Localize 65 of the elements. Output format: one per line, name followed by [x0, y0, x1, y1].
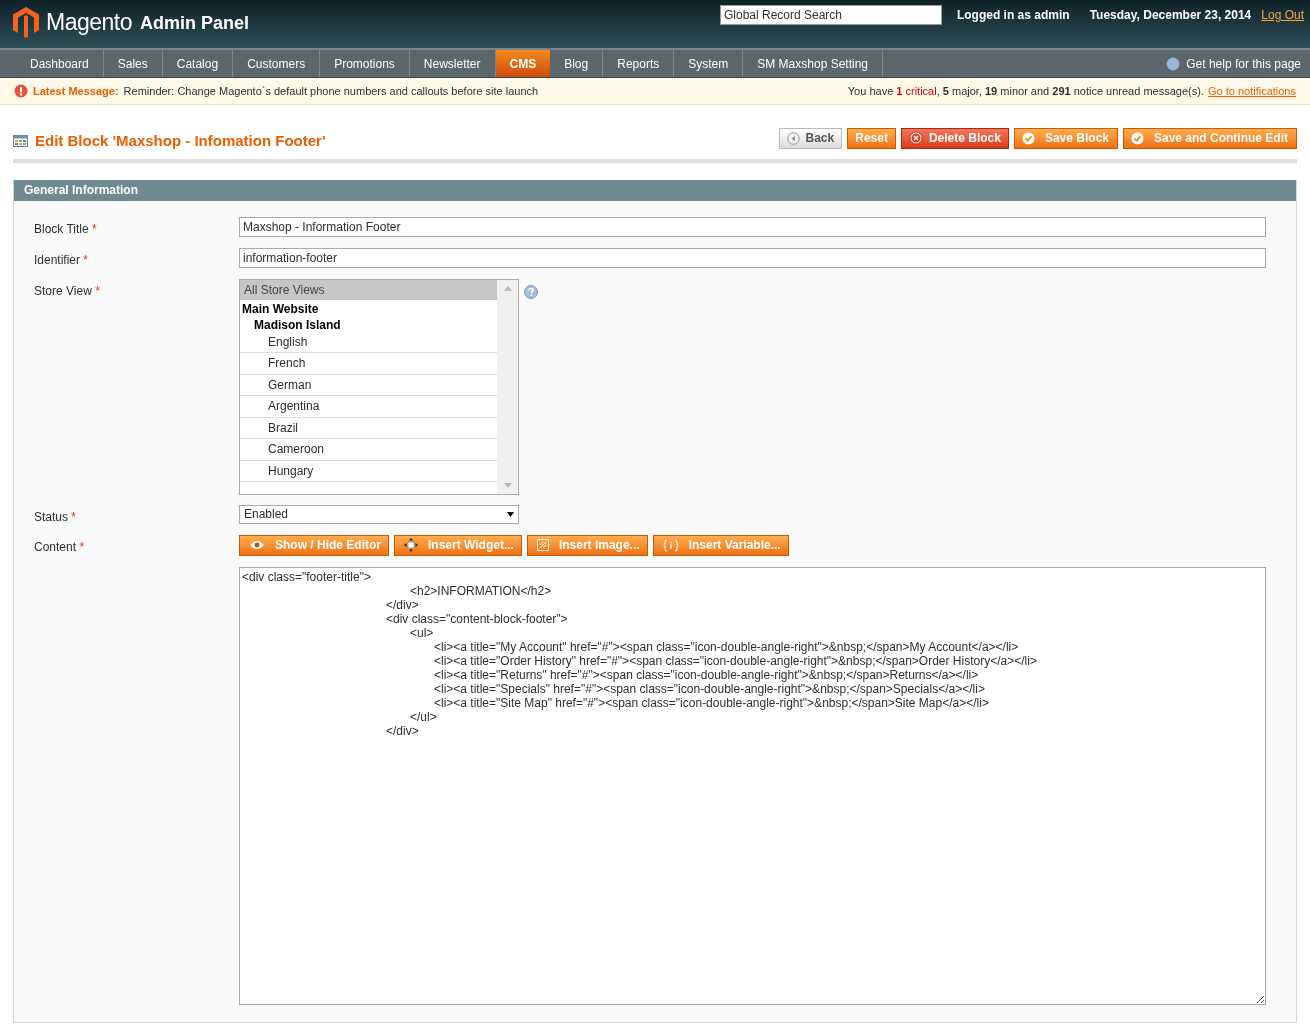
latest-message: Reminder: Change Magento`s default phone numbers and callouts before site launch — [123, 83, 539, 99]
nav-tab[interactable]: Blog — [550, 50, 604, 77]
search-field[interactable]: Global Record Search — [719, 5, 942, 25]
action-button[interactable]: Back — [778, 127, 843, 149]
content-editor[interactable]: <div class="footer-title"> <h2>INFORMATION</h2> </div> <div class="content-block-footer"> <ul> <li><a title="My Account" href="#"><span class="icon-double-angle-right">&nbsp;</span>My Account</a></li> <li><a title="Order History" href="#"><span class="icon-double-angle-right">&nbsp;</span>Order History</a></li> <li><a title="Returns" href="#"><span class="icon-double-angle-right">&nbsp;</span>Returns</a></li> <li><a title="Specials" href="#"><span class="icon-double-angle-right">&nbsp;</span>Specials</a></li> <li><a title="Site Map" href="#"><span class="icon-double-angle-right">&nbsp;</span>Site Map</a></li> </ul> </div> — [239, 566, 1266, 1005]
field-label: Content * — [34, 538, 86, 556]
page-title: Edit Block 'Maxshop - Infomation Footer' — [35, 131, 326, 151]
list-option[interactable]: Cameroon — [240, 439, 497, 461]
required-mark: * — [79, 539, 85, 554]
check-icon — [1021, 131, 1035, 145]
block-title-field[interactable]: Maxshop - Information Footer — [239, 216, 1266, 237]
required-mark: * — [83, 252, 89, 267]
scrollbar[interactable] — [497, 279, 518, 494]
list-option[interactable]: Hungary — [240, 460, 497, 482]
action-button[interactable]: Delete Block — [900, 127, 1009, 149]
logo-icon — [12, 6, 40, 39]
nav-tab[interactable]: Dashboard — [16, 50, 104, 77]
section-header: General Information — [14, 179, 1296, 201]
list-option[interactable]: Brazil — [240, 417, 497, 439]
list-option[interactable]: French — [240, 353, 497, 375]
nav-tab[interactable]: System — [674, 50, 744, 77]
logo-text: Magento — [46, 8, 132, 37]
help-link[interactable]: Get help for this page — [1166, 50, 1301, 77]
notifications-link[interactable]: Go to notifications — [1207, 82, 1296, 100]
list-option[interactable]: English — [240, 331, 497, 353]
nav-tab[interactable]: SM Maxshop Setting — [743, 50, 883, 77]
nav-tab[interactable]: Sales — [103, 50, 163, 77]
identifier-field[interactable]: information-footer — [239, 247, 1266, 268]
required-mark: * — [95, 283, 100, 298]
nav-tab[interactable]: Catalog — [162, 50, 234, 77]
field-label: Block Title * — [34, 220, 98, 238]
nav-tab[interactable]: CMS — [495, 50, 551, 77]
check-icon — [1131, 131, 1144, 145]
field-label: Status * — [34, 508, 78, 526]
image-icon — [536, 539, 549, 551]
field-label: Store View * — [34, 282, 101, 300]
unread-messages-summary: You have 1 critical, 5 major, 19 minor and 291 notice unread message(s). — [847, 83, 1204, 99]
current-date: Tuesday, December 23, 2014 — [1089, 7, 1252, 24]
scroll-up-icon[interactable] — [503, 285, 512, 291]
logout-link[interactable]: Log Out — [1261, 6, 1304, 24]
nav-tab[interactable]: Newsletter — [409, 50, 496, 77]
store-group-label: Madison Island — [253, 316, 342, 332]
nav-tab[interactable]: Reports — [603, 50, 675, 77]
dropdown-arrow-icon — [507, 511, 514, 517]
eye-icon — [249, 540, 265, 550]
list-option[interactable]: Argentina — [240, 396, 497, 418]
message-label: Latest Message: — [33, 83, 119, 99]
required-mark: * — [92, 221, 97, 236]
list-option[interactable]: German — [240, 374, 497, 396]
list-option[interactable]: All Store Views — [240, 279, 497, 300]
login-status: Logged in as admin — [956, 7, 1070, 24]
field-label: Identifier * — [34, 251, 90, 269]
nav-tab[interactable]: Promotions — [320, 50, 410, 77]
logo-subtitle: Admin Panel — [140, 12, 250, 36]
close-icon — [908, 131, 923, 146]
move-icon — [404, 538, 418, 552]
required-mark: * — [71, 509, 77, 524]
scroll-down-icon[interactable] — [503, 482, 512, 488]
store-view-list[interactable]: All Store Views Main Website Madison Island English French German Argentina Brazil Cameroon Hungary — [239, 278, 519, 495]
braces-icon — [662, 538, 679, 552]
grid-icon — [13, 135, 28, 148]
website-group-label: Main Website — [241, 300, 320, 316]
alert-icon — [14, 84, 28, 98]
status-dropdown[interactable]: Enabled — [239, 504, 519, 524]
nav-tab[interactable]: Customers — [233, 50, 321, 77]
